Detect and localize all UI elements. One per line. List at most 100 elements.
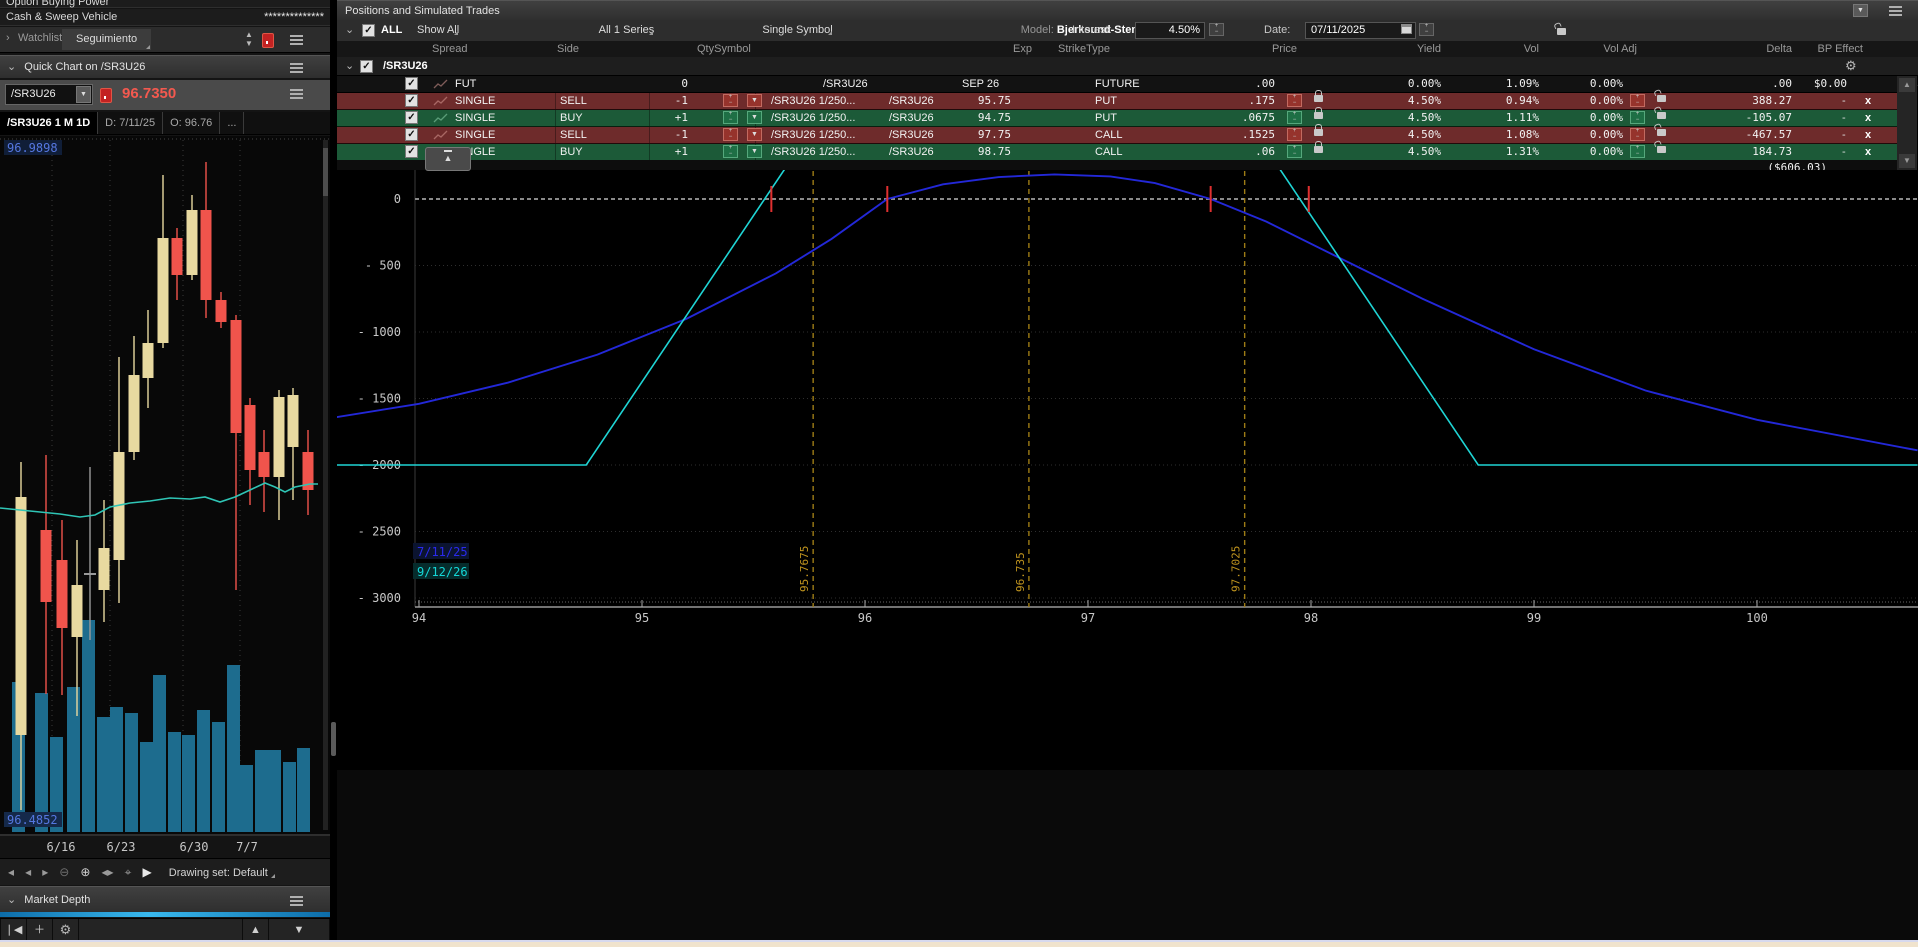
mini-chart-icon[interactable] xyxy=(433,129,449,141)
go-first-icon[interactable]: ❘◀ xyxy=(0,919,27,941)
positions-scrollbar[interactable]: ▲ ▼ xyxy=(1897,76,1917,170)
vol-adj-lock-icon[interactable] xyxy=(1657,95,1666,102)
cell-symbol[interactable]: /SR3U26 1/250... xyxy=(771,144,855,160)
cell-spread[interactable]: SINGLE xyxy=(455,110,495,126)
watchlist-label[interactable]: Watchlist xyxy=(18,32,62,44)
zoom-out-icon[interactable]: ⊖ xyxy=(59,859,69,885)
pan-horizontal-icon[interactable]: ◂▸ xyxy=(102,859,114,885)
mini-chart-icon[interactable] xyxy=(433,95,449,107)
left-chart-scrollbar[interactable] xyxy=(323,140,328,830)
step-back-icon[interactable]: ◂ xyxy=(25,859,31,885)
interest-stepper[interactable]: +− xyxy=(1209,23,1224,36)
cell-exp[interactable]: /SR3U26 xyxy=(889,110,934,126)
remove-dash[interactable]: - xyxy=(1842,127,1846,143)
cell-strike[interactable]: 95.75 xyxy=(978,93,1011,109)
add-icon[interactable]: ＋ xyxy=(27,919,53,941)
vol-adj-lock-icon[interactable] xyxy=(1657,146,1666,153)
interest-lock-icon[interactable] xyxy=(1557,28,1566,35)
qty-dropdown-icon[interactable]: ▼ xyxy=(747,145,762,158)
link-badge-icon[interactable] xyxy=(262,33,274,48)
quick-chart-menu-icon[interactable] xyxy=(290,63,303,65)
reorder-arrows-icon[interactable]: ▲▼ xyxy=(243,30,255,48)
positions-menu-icon[interactable] xyxy=(1889,6,1902,8)
cell-symbol[interactable]: /SR3U26 1/250... xyxy=(771,93,855,109)
symbol-mode-dropdown[interactable]: Single Symbol xyxy=(762,24,832,36)
all-checkbox[interactable]: ✓ xyxy=(362,24,375,37)
crosshair-icon[interactable]: ⌖ xyxy=(125,859,132,885)
scroll-down-icon[interactable]: ▼ xyxy=(1899,154,1915,168)
qty-stepper[interactable]: +− xyxy=(723,145,738,158)
remove-x-icon[interactable]: x xyxy=(1865,110,1871,126)
zoom-in-icon[interactable]: ⊕ xyxy=(80,859,90,885)
position-row-sell-call[interactable]: ✓SINGLESELL-1+−▼/SR3U26 1/250.../SR3U269… xyxy=(337,127,1897,144)
qty-dropdown-icon[interactable]: ▼ xyxy=(747,128,762,141)
qty-stepper[interactable]: +− xyxy=(723,94,738,107)
cell-type[interactable]: CALL xyxy=(1095,144,1123,160)
group-settings-gear-icon[interactable]: ⚙ xyxy=(1845,57,1857,75)
remove-x-icon[interactable]: x xyxy=(1865,144,1871,160)
price-lock-icon[interactable] xyxy=(1314,112,1323,119)
price-stepper[interactable]: +− xyxy=(1287,111,1302,124)
remove-dash[interactable]: - xyxy=(1842,144,1846,160)
scroll-down-icon[interactable]: ▼ xyxy=(269,919,330,941)
row-checkbox[interactable]: ✓ xyxy=(405,145,418,158)
vol-adj-lock-icon[interactable] xyxy=(1657,129,1666,136)
calendar-icon[interactable] xyxy=(1401,24,1412,34)
collapse-chevron-icon[interactable]: ⌄ xyxy=(7,61,16,73)
cell-strike[interactable]: 94.75 xyxy=(978,110,1011,126)
remove-x-icon[interactable]: x xyxy=(1865,93,1871,109)
qty-stepper[interactable]: +− xyxy=(723,128,738,141)
step-forward-icon[interactable]: ▸ xyxy=(42,859,48,885)
cell-strike[interactable]: 98.75 xyxy=(978,144,1011,160)
position-row-buy-call[interactable]: ✓SINGLEBUY+1+−▼/SR3U26 1/250.../SR3U2698… xyxy=(337,144,1897,161)
cursor-icon[interactable]: ▶ xyxy=(142,859,151,885)
cell-side[interactable]: BUY xyxy=(560,110,583,126)
panel-splitter[interactable] xyxy=(330,0,337,947)
cell-type[interactable]: PUT xyxy=(1095,110,1117,126)
splitter-handle[interactable] xyxy=(331,722,336,756)
chart-more-cell[interactable]: ... xyxy=(220,112,244,134)
positions-header[interactable]: Positions and Simulated Trades ▼ xyxy=(337,0,1918,22)
cell-side[interactable]: SELL xyxy=(560,93,587,109)
cell-type[interactable]: PUT xyxy=(1095,93,1117,109)
symbol-dropdown-icon[interactable]: ▼ xyxy=(76,86,91,103)
vol-adj-stepper[interactable]: +− xyxy=(1630,145,1645,158)
watchlist-menu-icon[interactable] xyxy=(290,35,303,37)
mini-chart-icon[interactable] xyxy=(433,78,449,90)
symbol-input[interactable]: /SR3U26 ▼ xyxy=(5,84,93,105)
positions-collapse-icon[interactable]: ▼ xyxy=(1853,4,1868,17)
price-lock-icon[interactable] xyxy=(1314,95,1323,102)
vol-adj-stepper[interactable]: +− xyxy=(1630,94,1645,107)
interest-input[interactable]: 4.50% xyxy=(1135,22,1205,39)
link-badge-icon[interactable] xyxy=(100,88,112,103)
settings-gear-icon[interactable]: ⚙ xyxy=(53,919,79,941)
watchlist-tab-seguimiento[interactable]: Seguimiento xyxy=(62,29,151,50)
qty-stepper[interactable]: +− xyxy=(723,111,738,124)
remove-dash[interactable]: - xyxy=(1842,110,1846,126)
position-row-future[interactable]: ✓FUT0/SR3U26SEP 26FUTURE.000.00%1.09%0.0… xyxy=(337,76,1897,93)
cell-strike[interactable]: 97.75 xyxy=(978,127,1011,143)
price-lock-icon[interactable] xyxy=(1314,129,1323,136)
cell-symbol[interactable]: /SR3U26 1/250... xyxy=(771,127,855,143)
cell-spread[interactable]: SINGLE xyxy=(455,93,495,109)
row-checkbox[interactable]: ✓ xyxy=(405,94,418,107)
vol-adj-lock-icon[interactable] xyxy=(1657,112,1666,119)
quick-chart-header[interactable]: ⌄ Quick Chart on /SR3U26 xyxy=(0,55,330,79)
show-all-dropdown[interactable]: Show All xyxy=(417,24,459,36)
remove-x-icon[interactable]: x xyxy=(1865,127,1871,143)
position-row-sell-put[interactable]: ✓SINGLESELL-1+−▼/SR3U26 1/250.../SR3U269… xyxy=(337,93,1897,110)
candlestick-chart[interactable]: 96.989896.4852 xyxy=(0,136,330,836)
price-stepper[interactable]: +− xyxy=(1287,145,1302,158)
price-lock-icon[interactable] xyxy=(1314,146,1323,153)
symbol-group-row[interactable]: ⌄ ✓ /SR3U26 ⚙ xyxy=(337,57,1918,76)
collapse-chevron-icon[interactable]: ⌄ xyxy=(345,20,354,41)
row-checkbox[interactable]: ✓ xyxy=(405,111,418,124)
cell-side[interactable]: BUY xyxy=(560,144,583,160)
cell-type[interactable]: CALL xyxy=(1095,127,1123,143)
cell-side[interactable]: SELL xyxy=(560,127,587,143)
cell-spread[interactable]: SINGLE xyxy=(455,127,495,143)
qty-dropdown-icon[interactable]: ▼ xyxy=(747,94,762,107)
cell-exp[interactable]: /SR3U26 xyxy=(889,144,934,160)
watchlist-chevron-icon[interactable]: › xyxy=(6,32,10,44)
drawing-set-selector[interactable]: Drawing set: Default xyxy=(169,867,276,879)
